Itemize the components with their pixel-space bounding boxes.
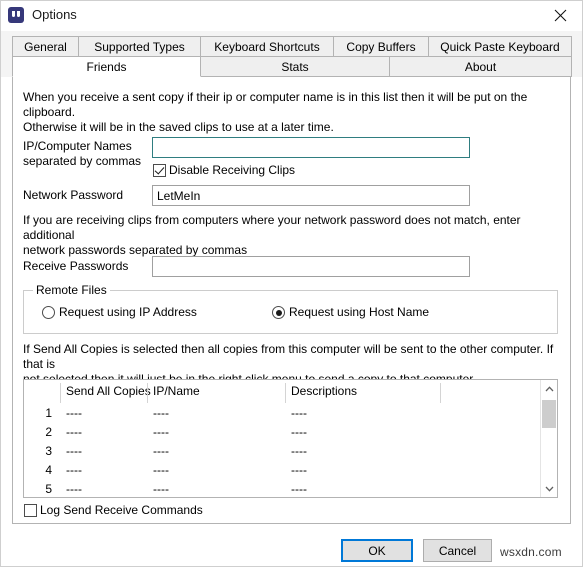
- cell-send-all: ----: [66, 425, 82, 439]
- remote-files-groupbox: Remote Files Request using IP Address Re…: [23, 283, 558, 334]
- tab-label: Quick Paste Keyboard: [440, 39, 560, 54]
- cell-send-all: ----: [66, 444, 82, 458]
- grid-column-divider: [60, 383, 61, 403]
- chevron-up-icon[interactable]: [541, 380, 557, 397]
- tab-friends[interactable]: Friends: [12, 56, 201, 77]
- cell-description: ----: [291, 425, 307, 439]
- table-row[interactable]: 2 ---- ---- ----: [24, 423, 540, 442]
- cell-send-all: ----: [66, 463, 82, 477]
- tab-label: Friends: [86, 59, 127, 74]
- window-title: Options: [32, 7, 77, 22]
- tab-keyboard-shortcuts[interactable]: Keyboard Shortcuts: [200, 36, 334, 57]
- close-icon[interactable]: [537, 0, 583, 31]
- watermark: wsxdn.com: [500, 545, 562, 559]
- log-send-receive-commands-checkbox[interactable]: Log Send Receive Commands: [24, 504, 203, 517]
- tab-label: Copy Buffers: [346, 39, 416, 54]
- ok-button[interactable]: OK: [341, 539, 413, 562]
- grid-header-send-all[interactable]: Send All Copies: [61, 380, 151, 403]
- checkbox-box: [153, 164, 166, 177]
- cell-rownum: 1: [45, 406, 52, 420]
- grid-column-divider: [285, 383, 286, 403]
- ip-names-label: IP/Computer Names separated by commas: [23, 139, 142, 168]
- checkbox-label: Disable Receiving Clips: [169, 163, 296, 177]
- tab-copy-buffers[interactable]: Copy Buffers: [333, 36, 429, 57]
- radio-label: Request using Host Name: [289, 305, 430, 319]
- cancel-button[interactable]: Cancel: [423, 539, 492, 562]
- grid-header-descriptions[interactable]: Descriptions: [286, 380, 440, 403]
- tab-general[interactable]: General: [12, 36, 79, 57]
- tab-label: About: [464, 59, 497, 74]
- cell-description: ----: [291, 482, 307, 496]
- tab-strip: General Supported Types Keyboard Shortcu…: [0, 31, 583, 77]
- cell-send-all: ----: [66, 406, 82, 420]
- ip-computer-names-input[interactable]: [152, 137, 470, 158]
- cell-rownum: 2: [45, 425, 52, 439]
- tab-stats[interactable]: Stats: [200, 56, 390, 77]
- chevron-down-icon[interactable]: [541, 480, 557, 497]
- cell-rownum: 3: [45, 444, 52, 458]
- grid-inner: Send All Copies IP/Name Descriptions 1 -…: [24, 380, 540, 497]
- quote-icon: [8, 7, 24, 23]
- cell-ip-name: ----: [153, 463, 169, 477]
- tab-quick-paste-keyboard[interactable]: Quick Paste Keyboard: [428, 36, 572, 57]
- ok-button-label: OK: [368, 543, 386, 558]
- password-note-text: If you are receiving clips from computer…: [23, 213, 521, 257]
- cell-send-all: ----: [66, 482, 82, 496]
- cell-ip-name: ----: [153, 482, 169, 496]
- tab-label: General: [24, 39, 67, 54]
- cell-ip-name: ----: [153, 406, 169, 420]
- cell-rownum: 5: [45, 482, 52, 496]
- grid-header-blank[interactable]: [441, 380, 523, 403]
- cell-description: ----: [291, 463, 307, 477]
- radio-dot: [42, 306, 55, 319]
- radio-dot: [272, 306, 285, 319]
- grid-header-row: Send All Copies IP/Name Descriptions: [24, 380, 540, 403]
- tab-about[interactable]: About: [389, 56, 572, 77]
- grid-header-ip-name[interactable]: IP/Name: [148, 380, 285, 403]
- tab-label: Supported Types: [94, 39, 185, 54]
- tab-supported-types[interactable]: Supported Types: [78, 36, 201, 57]
- title-bar: Options: [0, 0, 583, 31]
- checkbox-box: [24, 504, 37, 517]
- network-password-label: Network Password: [23, 188, 124, 202]
- friends-panel: When you receive a sent copy if their ip…: [12, 76, 571, 524]
- grid-column-divider: [440, 383, 441, 403]
- tab-label: Keyboard Shortcuts: [214, 39, 320, 54]
- friends-grid[interactable]: Send All Copies IP/Name Descriptions 1 -…: [23, 379, 558, 498]
- cell-description: ----: [291, 444, 307, 458]
- cell-description: ----: [291, 406, 307, 420]
- radio-request-using-ip-address[interactable]: Request using IP Address: [42, 306, 197, 319]
- table-row[interactable]: 5 ---- ---- ----: [24, 480, 540, 497]
- network-password-input[interactable]: [152, 185, 470, 206]
- radio-request-using-host-name[interactable]: Request using Host Name: [272, 306, 429, 319]
- cell-rownum: 4: [45, 463, 52, 477]
- grid-header-rownum[interactable]: [24, 380, 60, 403]
- scrollbar-thumb[interactable]: [542, 400, 556, 428]
- radio-label: Request using IP Address: [59, 305, 197, 319]
- cell-ip-name: ----: [153, 444, 169, 458]
- table-row[interactable]: 1 ---- ---- ----: [24, 404, 540, 423]
- cell-ip-name: ----: [153, 425, 169, 439]
- cancel-button-label: Cancel: [438, 543, 477, 558]
- grid-scrollbar[interactable]: [540, 380, 557, 497]
- disable-receiving-clips-checkbox[interactable]: Disable Receiving Clips: [153, 164, 295, 177]
- grid-column-divider: [147, 383, 148, 403]
- tab-label: Stats: [281, 59, 309, 74]
- receive-passwords-label: Receive Passwords: [23, 259, 129, 273]
- intro-text: When you receive a sent copy if their ip…: [23, 90, 528, 134]
- table-row[interactable]: 3 ---- ---- ----: [24, 442, 540, 461]
- table-row[interactable]: 4 ---- ---- ----: [24, 461, 540, 480]
- receive-passwords-input[interactable]: [152, 256, 470, 277]
- remote-files-title: Remote Files: [33, 283, 110, 297]
- checkbox-label: Log Send Receive Commands: [40, 503, 203, 517]
